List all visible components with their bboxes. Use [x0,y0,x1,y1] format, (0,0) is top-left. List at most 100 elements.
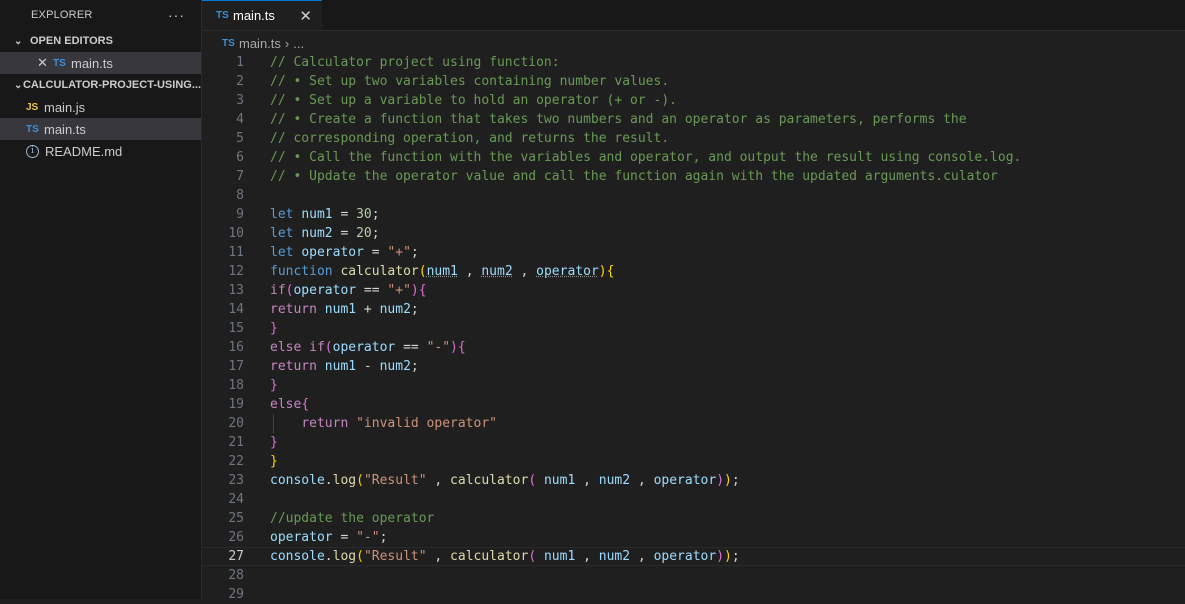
function-name: calculator [450,549,529,564]
file-label: main.js [44,99,86,115]
code-line: 6 // • Call the function with the variabl… [202,148,1185,167]
code-line: 26 operator = "-"; [202,528,1185,547]
comment: // • Call the function with the variable… [270,150,1022,165]
code-line: 21} [202,433,1185,452]
parameter: operator [536,264,599,279]
string-literal: "-" [426,340,451,355]
line-number: 16 [228,340,244,355]
code-line: 18} [202,376,1185,395]
keyword: function [270,264,333,279]
line-number: 1 [236,55,244,70]
identifier: num1 [543,473,576,488]
javascript-file-icon: JS [26,101,39,113]
project-folder-label: CALCULATOR-PROJECT-USING... [22,79,201,91]
explorer-sidebar: EXPLORER ··· ⌄ OPEN EDITORS ✕ TS main.ts… [0,0,202,599]
keyword: else [270,397,302,412]
line-number: 4 [236,112,244,127]
code-line: 19 else{ [202,395,1185,414]
close-icon[interactable]: ✕ [37,55,53,71]
breadcrumb-file[interactable]: main.ts [239,36,281,51]
string-literal: "+" [387,283,411,298]
keyword: return [270,359,317,374]
string-literal: "-" [356,530,380,545]
more-actions-icon[interactable]: ··· [168,7,185,23]
chevron-right-icon: › [284,35,290,51]
code-line: 28 [202,566,1185,585]
line-number: 26 [228,530,244,545]
comment: // corresponding operation, and returns … [270,131,670,146]
line-number: 6 [236,150,244,165]
code-line: 12 function calculator(num1 , num2 , oper… [202,262,1185,281]
code-editor[interactable]: 1 // Calculator project using function: 2… [202,53,1185,602]
breadcrumb-symbols[interactable]: ... [293,36,304,51]
code-line: 23 console.log("Result" , calculator( num… [202,471,1185,490]
identifier: num1 [543,549,576,564]
typescript-file-icon: TS [26,123,39,135]
breadcrumb: TS main.ts › ... [222,33,304,53]
code-line: 29 [202,585,1185,604]
code-line: 13 if(operator == "+"){ [202,281,1185,300]
string-literal: "Result" [363,549,427,564]
identifier: operator [332,340,396,355]
comment: // • Create a function that takes two nu… [270,112,967,127]
keyword: return [301,416,349,431]
file-item-main-js[interactable]: JS main.js [0,96,201,118]
code-line: 1 // Calculator project using function: [202,53,1185,72]
line-number: 15 [228,321,244,336]
chevron-down-icon: ⌄ [14,79,23,91]
comment: // Calculator project using function: [270,55,560,70]
code-line: 3 // • Set up a variable to hold an opera… [202,91,1185,110]
keyword: let [270,226,294,241]
file-item-main-ts[interactable]: TS main.ts [0,118,201,140]
open-editor-item-main-ts[interactable]: ✕ TS main.ts [0,52,201,74]
file-item-readme[interactable]: i README.md [0,140,201,162]
identifier: operator [301,245,364,260]
identifier: num2 [598,473,631,488]
line-number: 17 [228,359,244,374]
open-editors-section[interactable]: ⌄ OPEN EDITORS [0,30,201,52]
line-number: 8 [236,188,244,203]
identifier: num2 [379,359,411,374]
code-line: 5 // corresponding operation, and returns… [202,129,1185,148]
tab-bar: TS main.ts ✕ [202,0,1185,31]
code-line: 10 let num2 = 20; [202,224,1185,243]
code-line: 9 let num1 = 30; [202,205,1185,224]
code-line: 15} [202,319,1185,338]
line-number: 22 [228,454,244,469]
function-name: calculator [450,473,529,488]
identifier: operator [653,549,717,564]
function-name: calculator [340,264,419,279]
close-icon[interactable]: ✕ [299,7,312,25]
line-number: 20 [228,416,244,431]
typescript-file-icon: TS [53,57,66,69]
line-number: 9 [236,207,244,222]
identifier: operator [293,283,357,298]
line-number: 18 [228,378,244,393]
identifier: num1 [324,359,357,374]
file-label: main.ts [44,121,86,137]
code-line-current: 27 console.log("Result" , calculator( num… [202,547,1185,566]
project-folder-section[interactable]: ⌄ CALCULATOR-PROJECT-USING... [0,74,201,96]
string-literal: "Result" [363,473,427,488]
code-line: 4 // • Create a function that takes two n… [202,110,1185,129]
code-line: 7 // • Update the operator value and call… [202,167,1185,186]
comment: // • Set up a variable to hold an operat… [270,93,677,108]
comment: // • Set up two variables containing num… [270,74,670,89]
line-number: 5 [236,131,244,146]
identifier: num1 [301,207,333,222]
identifier: operator [653,473,717,488]
code-line: 25 //update the operator [202,509,1185,528]
comment: //update the operator [270,511,435,526]
code-line: 2 // • Set up two variables containing nu… [202,72,1185,91]
parameter: num2 [481,264,513,279]
code-line: 8 [202,186,1185,205]
line-number: 10 [228,226,244,241]
explorer-header: EXPLORER ··· [0,0,201,30]
line-number: 3 [236,93,244,108]
function-name: log [332,473,357,488]
tab-main-ts[interactable]: TS main.ts ✕ [202,0,322,30]
chevron-down-icon: ⌄ [14,35,23,47]
identifier: num2 [379,302,411,317]
line-number: 29 [228,587,244,602]
string-literal: "+" [387,245,411,260]
